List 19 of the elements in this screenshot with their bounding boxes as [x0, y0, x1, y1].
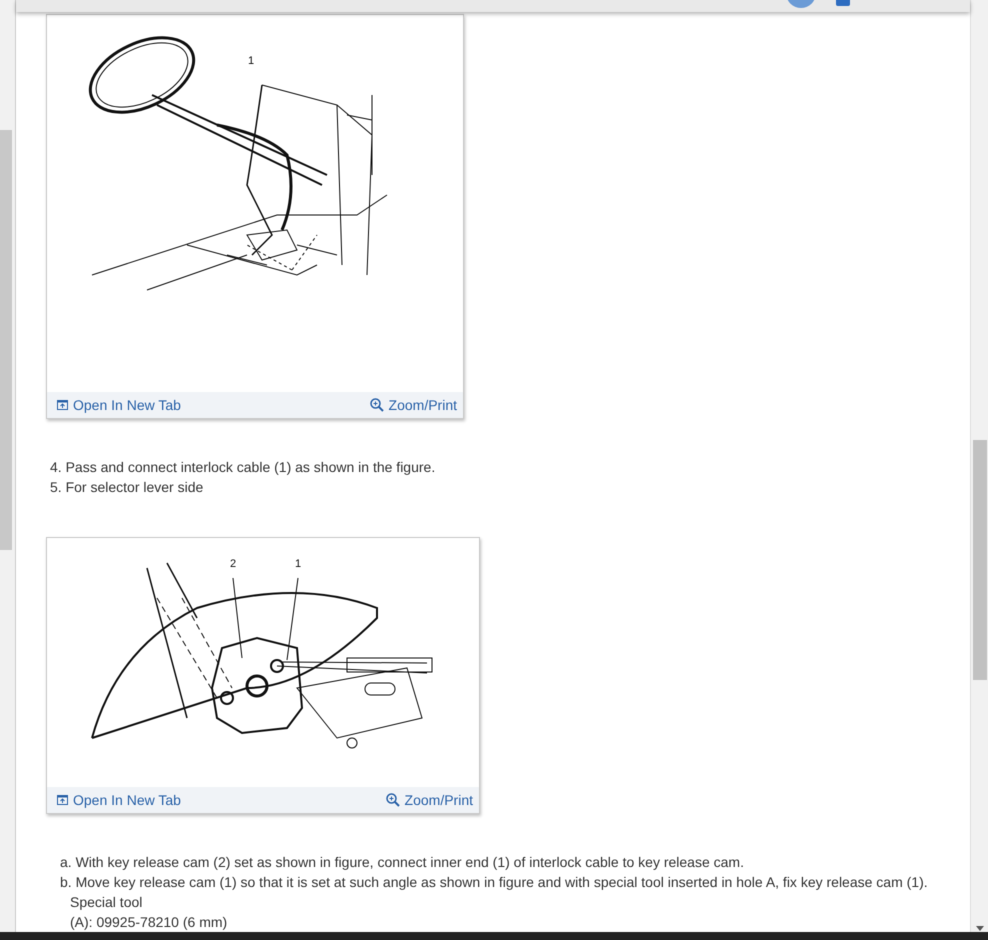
tool-note: (A): 09925-78210 (6 mm) [69, 913, 228, 932]
zoom-print-link[interactable]: Zoom/Print [386, 792, 473, 808]
callout-number: 1 [248, 55, 254, 67]
open-in-new-tab-link[interactable]: Open In New Tab [57, 397, 181, 413]
new-tab-icon [57, 400, 68, 410]
instruction-step: 5. For selector lever side [50, 477, 970, 497]
zoom-print-link[interactable]: Zoom/Print [370, 397, 457, 413]
open-in-new-tab-link[interactable]: Open In New Tab [57, 792, 181, 808]
scrollbar-thumb[interactable] [0, 130, 12, 550]
zoom-icon [386, 793, 400, 807]
callout-number: 1 [294, 558, 302, 570]
instruction-step: b. Move key release cam (1) so that it is set at such angle as shown in figure and with special tool inserted in hole A, fix key release cam (1). [60, 872, 970, 892]
zoom-icon [370, 398, 384, 412]
tool-note: Special tool [69, 893, 144, 912]
callout-number: 2 [230, 558, 236, 570]
instruction-step: 4. Pass and connect interlock cable (1) as shown in the figure. [50, 457, 970, 477]
instruction-step: a. With key release cam (2) set as shown in figure, connect inner end (1) of interlock cable to key release cam. [60, 852, 970, 872]
new-tab-icon [57, 795, 68, 805]
scrollbar-thumb[interactable] [972, 440, 986, 680]
